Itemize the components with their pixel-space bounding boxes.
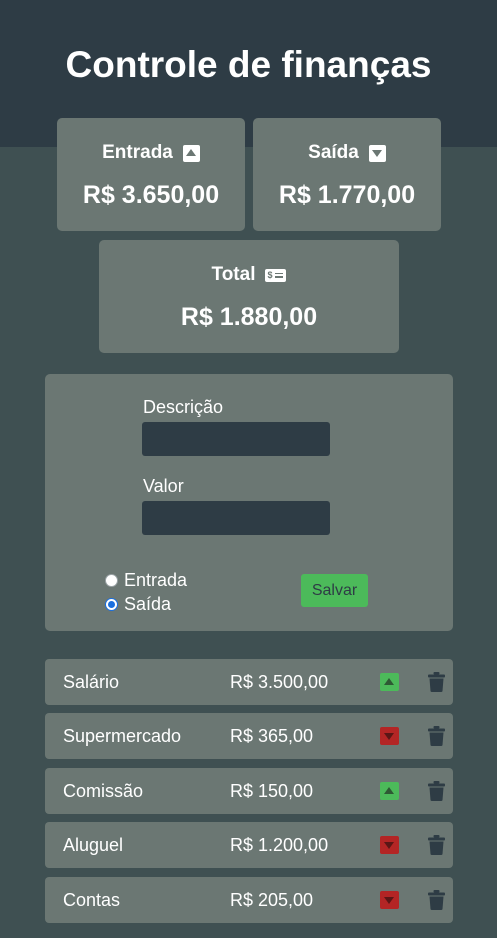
description-input[interactable] — [142, 422, 330, 456]
transaction-description: Supermercado — [63, 726, 182, 746]
transaction-amount: R$ 3.500,00 — [230, 672, 329, 692]
trash-icon[interactable] — [428, 726, 445, 746]
description-label: Descrição — [143, 397, 224, 417]
transaction-row: Contas R$ 205,00 — [45, 877, 453, 923]
trash-icon[interactable] — [428, 890, 445, 910]
transaction-description: Comissão — [63, 781, 144, 801]
transaction-description: Salário — [63, 672, 120, 692]
transaction-form: Descrição Valor Entrada Saída Salvar — [45, 374, 453, 631]
expense-arrow-down-icon — [380, 836, 399, 854]
transaction-row: Comissão R$ 150,00 — [45, 768, 453, 814]
transaction-description: Aluguel — [63, 835, 124, 855]
transaction-row: Supermercado R$ 365,00 — [45, 713, 453, 759]
saida-card-value: R$ 1.770,00 — [278, 181, 416, 209]
save-button[interactable]: Salvar — [301, 574, 368, 607]
total-summary-card: Total $ R$ 1.880,00 — [99, 240, 399, 353]
radio-entrada-option[interactable]: Entrada — [105, 570, 187, 590]
radio-saida-label: Saída — [124, 594, 172, 614]
transaction-description: Contas — [63, 890, 121, 910]
entrada-card-label: Entrada — [102, 142, 173, 163]
transaction-amount: R$ 365,00 — [230, 726, 314, 746]
entrada-summary-card: Entrada R$ 3.650,00 — [57, 118, 245, 231]
radio-entrada-label: Entrada — [124, 570, 188, 590]
money-bill-icon: $ — [265, 268, 287, 282]
expense-arrow-down-icon — [380, 891, 399, 909]
transaction-row: Salário R$ 3.500,00 — [45, 659, 453, 705]
trash-icon[interactable] — [428, 672, 445, 692]
value-input[interactable] — [142, 501, 330, 535]
transaction-row: Aluguel R$ 1.200,00 — [45, 822, 453, 868]
radio-saida[interactable] — [105, 597, 118, 611]
radio-entrada[interactable] — [105, 573, 118, 587]
transaction-amount: R$ 205,00 — [230, 890, 314, 910]
income-arrow-up-icon — [380, 673, 399, 691]
entrada-card-value: R$ 3.650,00 — [82, 181, 220, 209]
saida-summary-card: Saída R$ 1.770,00 — [253, 118, 441, 231]
expense-arrow-down-icon — [380, 727, 399, 745]
radio-saida-option[interactable]: Saída — [105, 594, 171, 614]
arrow-down-square-icon — [368, 144, 386, 162]
page-title: Controle de finanças — [65, 44, 432, 85]
value-label: Valor — [143, 476, 184, 496]
saida-card-label: Saída — [308, 142, 359, 163]
total-card-value: R$ 1.880,00 — [180, 303, 318, 331]
transaction-amount: R$ 150,00 — [230, 781, 314, 801]
income-arrow-up-icon — [380, 782, 399, 800]
transaction-amount: R$ 1.200,00 — [230, 835, 329, 855]
arrow-up-square-icon — [182, 144, 200, 162]
trash-icon[interactable] — [428, 781, 445, 801]
total-card-label: Total — [211, 264, 256, 285]
trash-icon[interactable] — [428, 835, 445, 855]
